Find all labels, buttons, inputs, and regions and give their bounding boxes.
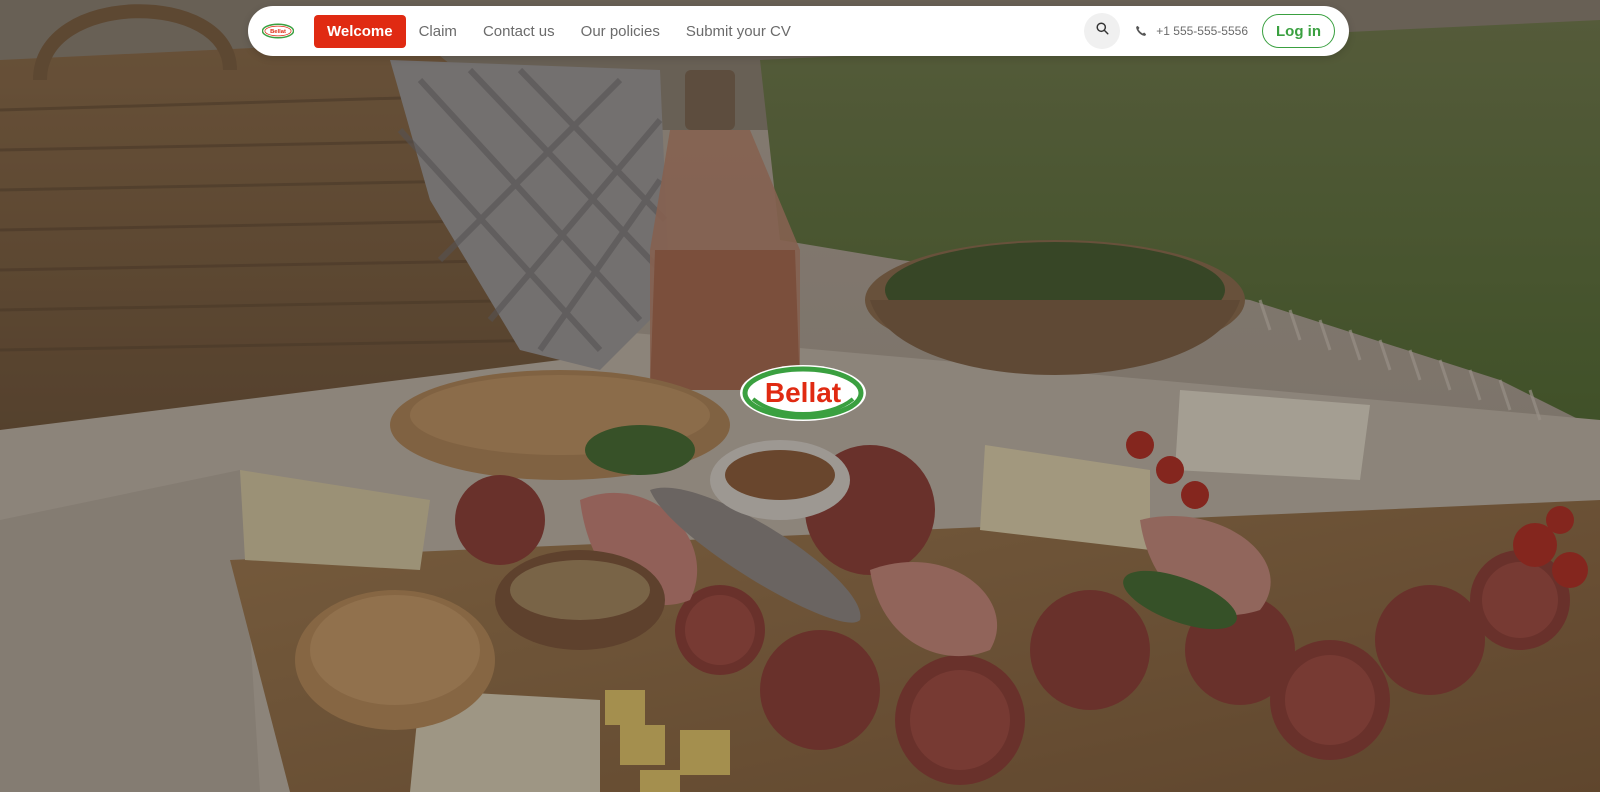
nav-link-contact-us[interactable]: Contact us <box>470 15 568 48</box>
phone-icon <box>1134 24 1148 38</box>
bellat-logo-icon[interactable]: Bellat <box>262 22 294 40</box>
phone-contact[interactable]: +1 555-555-5556 <box>1134 24 1248 38</box>
svg-text:Bellat: Bellat <box>765 377 841 408</box>
search-icon <box>1096 22 1109 40</box>
nav-right: +1 555-555-5556 Log in <box>1084 6 1335 56</box>
bellat-logo-icon: Bellat <box>737 363 869 423</box>
nav-link-welcome[interactable]: Welcome <box>314 14 406 48</box>
login-button[interactable]: Log in <box>1262 14 1335 48</box>
svg-text:Bellat: Bellat <box>270 29 286 35</box>
page: Bellat Welcome Claim Contact us Our poli… <box>0 0 1600 792</box>
nav-link-claim[interactable]: Claim <box>406 15 470 48</box>
top-navbar: Bellat Welcome Claim Contact us Our poli… <box>248 6 1349 56</box>
search-button[interactable] <box>1084 13 1121 49</box>
nav-link-submit-cv[interactable]: Submit your CV <box>673 15 804 48</box>
phone-number: +1 555-555-5556 <box>1156 24 1248 38</box>
nav-link-our-policies[interactable]: Our policies <box>568 15 673 48</box>
nav-links: Welcome Claim Contact us Our policies Su… <box>314 6 804 56</box>
